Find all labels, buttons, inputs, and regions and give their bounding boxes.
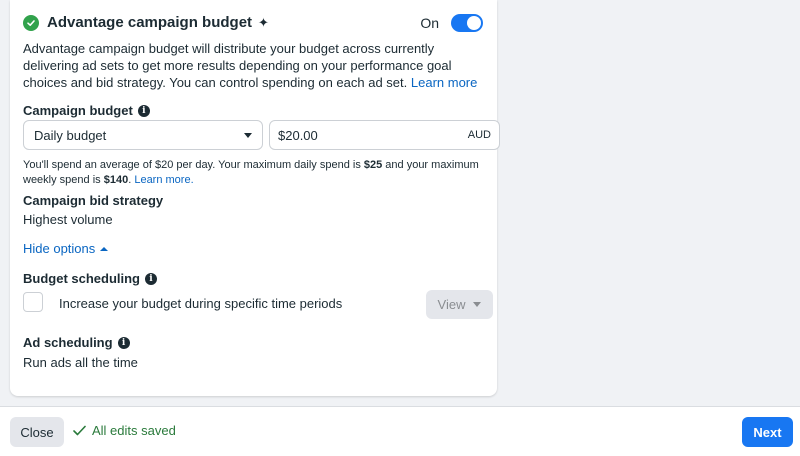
budget-note: You'll spend an average of $20 per day. … xyxy=(23,158,488,188)
budget-amount-input[interactable]: $20.00 AUD xyxy=(269,120,500,150)
close-button-label: Close xyxy=(20,424,54,440)
info-icon[interactable]: i xyxy=(137,104,150,117)
budget-type-value: Daily budget xyxy=(34,127,107,143)
budget-scheduling-checkbox-label: Increase your budget during specific tim… xyxy=(59,296,343,311)
toggle-label: On xyxy=(420,15,439,31)
caret-up-icon xyxy=(100,246,109,251)
section-description: Advantage campaign budget will distribut… xyxy=(23,40,488,91)
save-status-text: All edits saved xyxy=(92,423,176,438)
checkmark-icon xyxy=(73,425,86,436)
description-text: Advantage campaign budget will distribut… xyxy=(23,41,452,90)
budget-learn-more-link[interactable]: Learn more. xyxy=(134,174,193,186)
budget-scheduling-label-text: Budget scheduling xyxy=(23,271,140,286)
sparkle-icon: ✦ xyxy=(258,14,269,30)
chevron-down-icon xyxy=(473,302,482,307)
budget-type-select[interactable]: Daily budget xyxy=(23,120,263,150)
hide-options-label: Hide options xyxy=(23,241,96,256)
section-title: Advantage campaign budget xyxy=(47,14,253,31)
next-button-label: Next xyxy=(753,424,782,440)
view-button[interactable]: View xyxy=(426,290,493,319)
budget-scheduling-checkbox[interactable] xyxy=(23,292,43,312)
section-header: Advantage campaign budget ✦ xyxy=(23,14,269,31)
advantage-toggle[interactable] xyxy=(451,14,483,32)
campaign-budget-label: Campaign budget i xyxy=(23,103,150,118)
hide-options-link[interactable]: Hide options xyxy=(23,241,109,256)
campaign-budget-label-text: Campaign budget xyxy=(23,103,133,118)
max-daily-spend: $25 xyxy=(363,159,383,171)
learn-more-link[interactable]: Learn more xyxy=(411,75,477,90)
ad-scheduling-label: Ad scheduling i xyxy=(23,335,130,350)
bid-strategy-label: Campaign bid strategy xyxy=(23,193,163,208)
save-status: All edits saved xyxy=(73,423,176,438)
max-weekly-spend: $140 xyxy=(103,174,129,186)
campaign-budget-card: Advantage campaign budget ✦ On Advantage… xyxy=(10,0,500,396)
check-circle-icon xyxy=(23,14,39,31)
currency-label: AUD xyxy=(467,129,491,141)
ad-scheduling-label-text: Ad scheduling xyxy=(23,335,113,350)
ad-scheduling-value: Run ads all the time xyxy=(23,355,138,370)
budget-scheduling-label: Budget scheduling i xyxy=(23,271,157,286)
view-button-label: View xyxy=(437,297,466,312)
bid-strategy-value: Highest volume xyxy=(23,212,113,227)
budget-note-part1: You'll spend an average of $20 per day. … xyxy=(23,159,364,171)
info-icon[interactable]: i xyxy=(117,336,130,349)
toggle-knob xyxy=(467,16,481,30)
bid-strategy-label-text: Campaign bid strategy xyxy=(23,193,164,208)
budget-amount-value: $20.00 xyxy=(278,127,318,143)
advantage-toggle-wrap: On xyxy=(420,14,483,32)
footer-bar: Close All edits saved Next xyxy=(0,406,800,456)
budget-note-part3: . xyxy=(128,174,132,186)
chevron-down-icon xyxy=(244,132,252,138)
next-button[interactable]: Next xyxy=(742,417,793,447)
close-button[interactable]: Close xyxy=(10,417,64,447)
info-icon[interactable]: i xyxy=(145,272,157,285)
